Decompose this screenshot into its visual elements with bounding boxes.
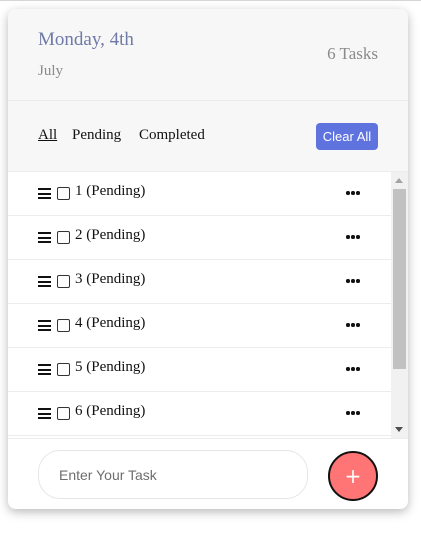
task-label: 6 (Pending) <box>75 403 146 419</box>
more-options-icon[interactable] <box>346 235 360 239</box>
task-label: 5 (Pending) <box>75 359 146 375</box>
task-row[interactable]: 6 (Pending) <box>8 392 391 436</box>
more-options-icon[interactable] <box>346 411 360 415</box>
filter-bar: All Pending Completed Clear All <box>8 101 408 172</box>
add-task-button[interactable]: + <box>328 451 378 501</box>
task-row[interactable]: 2 (Pending) <box>8 216 391 260</box>
task-checkbox[interactable] <box>57 363 70 376</box>
date-main: Monday, 4th <box>38 29 134 50</box>
header: Monday, 4th July 6 Tasks <box>8 9 408 101</box>
task-checkbox[interactable] <box>57 187 70 200</box>
scroll-up-arrow-icon[interactable] <box>395 178 403 183</box>
task-row[interactable]: 4 (Pending) <box>8 304 391 348</box>
task-checkbox[interactable] <box>57 275 70 288</box>
task-checkbox[interactable] <box>57 319 70 332</box>
task-checkbox[interactable] <box>57 231 70 244</box>
todo-card: Monday, 4th July 6 Tasks All Pending Com… <box>8 9 408 509</box>
scrollbar-thumb[interactable] <box>393 189 406 369</box>
top-divider <box>0 0 421 1</box>
task-count: 6 Tasks <box>327 44 378 63</box>
more-options-icon[interactable] <box>346 191 360 195</box>
drag-handle-icon[interactable] <box>38 408 51 419</box>
drag-handle-icon[interactable] <box>38 188 51 199</box>
more-options-icon[interactable] <box>346 279 360 283</box>
task-label: 1 (Pending) <box>75 183 146 199</box>
task-row[interactable]: 5 (Pending) <box>8 348 391 392</box>
clear-all-button[interactable]: Clear All <box>316 123 378 150</box>
footer: + <box>8 438 408 509</box>
filter-completed[interactable]: Completed <box>139 127 205 144</box>
task-label: 2 (Pending) <box>75 227 146 243</box>
task-label: 3 (Pending) <box>75 271 146 287</box>
drag-handle-icon[interactable] <box>38 276 51 287</box>
drag-handle-icon[interactable] <box>38 320 51 331</box>
task-list-container: 1 (Pending) 2 (Pending) 3 (Pending) 4 (Pend… <box>8 172 408 438</box>
more-options-icon[interactable] <box>346 323 360 327</box>
task-list: 1 (Pending) 2 (Pending) 3 (Pending) 4 (Pend… <box>8 172 391 436</box>
task-checkbox[interactable] <box>57 407 70 420</box>
scrollbar[interactable] <box>391 172 408 438</box>
more-options-icon[interactable] <box>346 367 360 371</box>
filter-all[interactable]: All <box>38 127 57 144</box>
scroll-down-arrow-icon[interactable] <box>395 427 403 432</box>
task-input[interactable] <box>38 450 308 499</box>
date-month: July <box>38 63 64 79</box>
task-label: 4 (Pending) <box>75 315 146 331</box>
drag-handle-icon[interactable] <box>38 232 51 243</box>
task-row[interactable]: 3 (Pending) <box>8 260 391 304</box>
task-row[interactable]: 1 (Pending) <box>8 172 391 216</box>
filter-pending[interactable]: Pending <box>72 127 121 144</box>
drag-handle-icon[interactable] <box>38 364 51 375</box>
